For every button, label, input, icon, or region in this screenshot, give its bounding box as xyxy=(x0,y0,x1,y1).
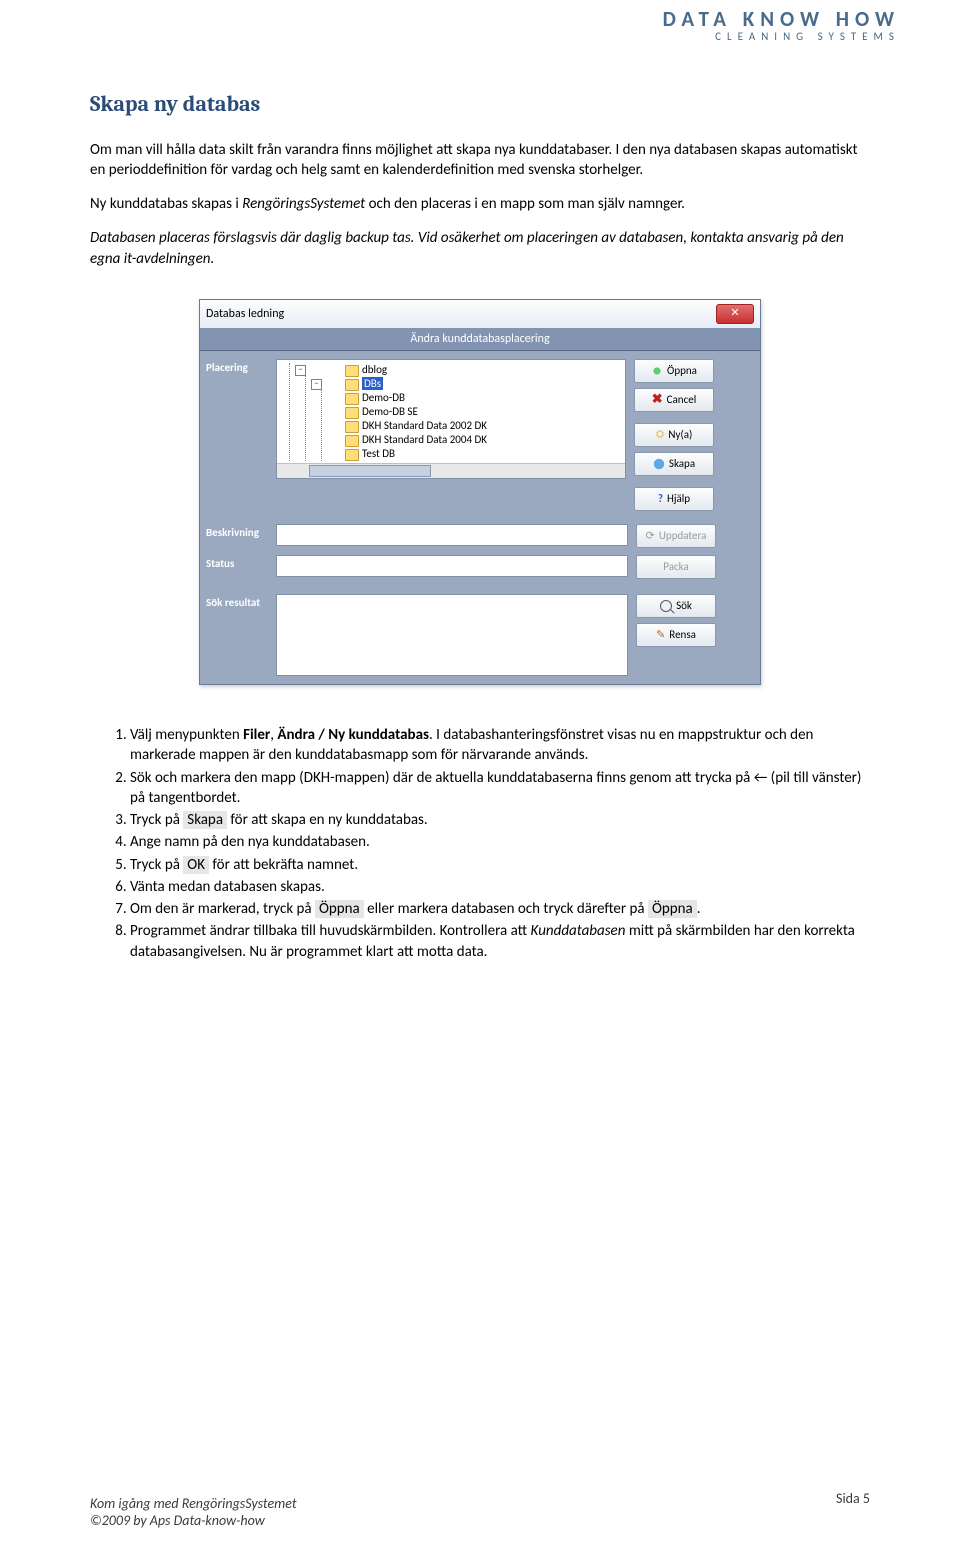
step-5: Tryck på OK för att bekräfta namnet. xyxy=(130,855,870,875)
broom-icon: ✎ xyxy=(656,628,665,643)
folder-icon xyxy=(345,435,359,447)
label-beskrivning: Beskrivning xyxy=(206,524,276,541)
label-placering: Placering xyxy=(206,359,276,376)
folder-icon xyxy=(345,421,359,433)
step-4: Ange namn på den nya kunddatabasen. xyxy=(130,832,870,852)
step-3: Tryck på Skapa för att skapa en ny kundd… xyxy=(130,810,870,830)
database-dialog: Databas ledning ✕ Ändra kunddatabasplace… xyxy=(199,299,761,685)
button-ref-skapa: Skapa xyxy=(183,811,227,829)
cancel-button[interactable]: ✖ Cancel xyxy=(634,388,714,412)
search-button[interactable]: Sök xyxy=(636,594,716,618)
check-icon xyxy=(651,365,663,377)
header-logo: DATA KNOW HOW CLEANING SYSTEMS xyxy=(663,8,900,43)
folder-tree[interactable]: − − dblogDBsDemo-DBDemo-DB SEDKH Standar… xyxy=(276,359,626,479)
dialog-subtitle: Ändra kunddatabasplacering xyxy=(200,328,760,351)
folder-icon xyxy=(345,449,359,461)
button-ref-oppna-2: Öppna xyxy=(648,900,697,918)
logo-line-1: DATA KNOW HOW xyxy=(663,8,900,31)
folder-icon xyxy=(345,407,359,419)
label-sok-resultat: Sök resultat xyxy=(206,594,276,611)
tree-collapse-icon[interactable]: − xyxy=(311,379,322,390)
step-1: Välj menypunkten Filer, Ändra / Ny kundd… xyxy=(130,725,870,766)
dialog-close-button[interactable]: ✕ xyxy=(716,304,754,324)
step-8: Programmet ändrar tillbaka till huvudskä… xyxy=(130,921,870,962)
tree-item[interactable]: DKH Standard Data 2002 DK xyxy=(345,419,626,433)
tree-item[interactable]: DKH Standard Data 2004 DK xyxy=(345,433,626,447)
intro-paragraph-1: Om man vill hålla data skilt från varand… xyxy=(90,140,870,181)
folder-icon xyxy=(345,365,359,377)
help-icon: ? xyxy=(658,492,663,507)
page-title: Skapa ny databas xyxy=(90,90,870,120)
steps-list: Välj menypunkten Filer, Ändra / Ny kundd… xyxy=(112,725,870,962)
logo-line-2: CLEANING SYSTEMS xyxy=(663,31,900,43)
help-button[interactable]: ? Hjälp xyxy=(634,487,714,511)
update-button[interactable]: ⟳ Uppdatera xyxy=(636,524,716,548)
dialog-title: Databas ledning xyxy=(206,306,284,322)
step-2: Sök och markera den mapp (DKH-mappen) dä… xyxy=(130,768,870,809)
button-ref-ok: OK xyxy=(183,856,209,874)
new-button[interactable]: ☼ Ny(a) xyxy=(634,423,714,447)
tree-collapse-icon[interactable]: − xyxy=(295,365,306,376)
label-status: Status xyxy=(206,555,276,572)
pack-button[interactable]: Packa xyxy=(636,555,716,579)
open-button[interactable]: Öppna xyxy=(634,359,714,383)
tree-item[interactable]: Demo-DB SE xyxy=(345,405,626,419)
tree-item[interactable]: Demo-DB xyxy=(345,391,626,405)
page-footer: Sida 5 Kom igång med RengöringsSystemet … xyxy=(90,1496,870,1530)
beskrivning-field[interactable] xyxy=(276,524,628,546)
search-icon xyxy=(660,600,672,612)
globe-icon xyxy=(653,458,665,470)
folder-icon xyxy=(345,379,359,391)
tree-item[interactable]: Test DB xyxy=(345,447,626,461)
tree-item[interactable]: dblog xyxy=(345,363,626,377)
button-ref-oppna-1: Öppna xyxy=(315,900,364,918)
sun-icon: ☼ xyxy=(656,427,665,443)
folder-icon xyxy=(345,393,359,405)
step-7: Om den är markerad, tryck på Öppna eller… xyxy=(130,899,870,919)
tree-item[interactable]: DBs xyxy=(345,377,626,391)
intro-paragraph-2: Ny kunddatabas skapas i RengöringsSystem… xyxy=(90,194,870,214)
refresh-icon: ⟳ xyxy=(646,529,655,544)
intro-paragraph-3: Databasen placeras förslagsvis där dagli… xyxy=(90,228,870,269)
sok-resultat-panel[interactable] xyxy=(276,594,628,676)
x-icon: ✖ xyxy=(652,394,663,406)
status-field xyxy=(276,555,628,577)
tree-scrollbar[interactable] xyxy=(277,463,625,478)
step-6: Vänta medan databasen skapas. xyxy=(130,877,870,897)
page-number: Sida 5 xyxy=(836,1491,870,1508)
create-button[interactable]: Skapa xyxy=(634,452,714,476)
clear-button[interactable]: ✎ Rensa xyxy=(636,623,716,647)
